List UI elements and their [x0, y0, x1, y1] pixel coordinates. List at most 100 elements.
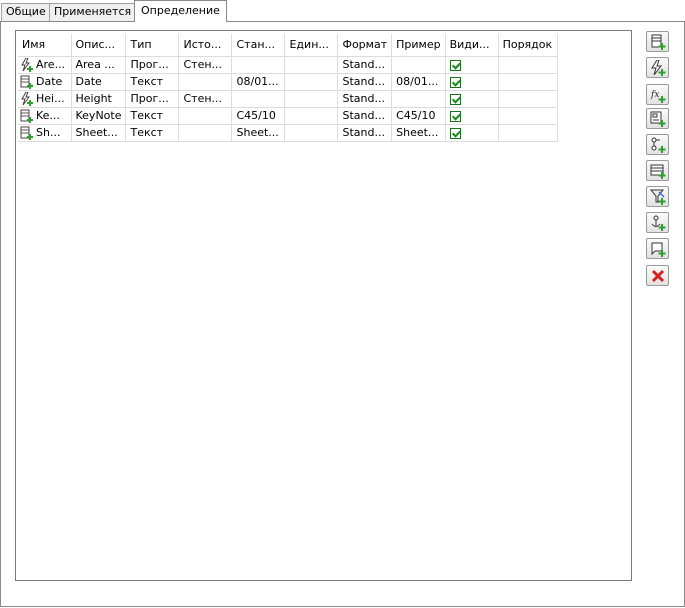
cell-type[interactable]: Прог...: [125, 56, 180, 74]
visible-checkbox[interactable]: [449, 59, 461, 71]
add-graph-property-button[interactable]: [646, 134, 669, 155]
cell-visible[interactable]: [445, 73, 499, 91]
cell-standard[interactable]: [231, 56, 286, 74]
cell-example[interactable]: 08/01...: [391, 73, 446, 91]
cell-name[interactable]: Hei...: [18, 90, 72, 108]
cell-name[interactable]: Date: [18, 73, 72, 91]
cell-order[interactable]: [498, 56, 558, 74]
cell-source[interactable]: [178, 124, 233, 142]
table-row[interactable]: Ke... KeyNote Текст C45/10 Stand... C45/…: [18, 107, 558, 125]
cell-format[interactable]: Stand...: [337, 107, 393, 125]
cell-source[interactable]: [178, 107, 233, 125]
cell-type[interactable]: Текст: [125, 107, 180, 125]
cell-format[interactable]: Stand...: [337, 56, 393, 74]
cell-example[interactable]: [391, 56, 446, 74]
cell-visible[interactable]: [445, 124, 499, 142]
cell-source[interactable]: [178, 73, 233, 91]
cell-description[interactable]: Date: [71, 73, 127, 91]
lightning-add-icon: [21, 91, 33, 106]
add-block-property-button[interactable]: [646, 108, 669, 129]
cell-description[interactable]: Sheet...: [71, 124, 127, 142]
add-shape-property-icon: [651, 242, 665, 257]
add-formula-icon: fx: [650, 90, 665, 103]
column-header-format[interactable]: Формат: [337, 34, 393, 57]
cell-example[interactable]: C45/10: [391, 107, 446, 125]
cell-name[interactable]: Ke...: [18, 107, 72, 125]
add-automatic-property-icon: [650, 59, 665, 76]
table-row[interactable]: Hei... Height Прог... Стен... Stand...: [18, 90, 558, 108]
column-header-example[interactable]: Пример: [391, 34, 446, 57]
visible-checkbox[interactable]: [449, 93, 461, 105]
property-table: Имя Опис... Тип Исто... Стан... Един... …: [18, 34, 558, 142]
column-header-name[interactable]: Имя: [18, 34, 72, 57]
cell-type[interactable]: Текст: [125, 73, 180, 91]
add-anchor-property-button[interactable]: [646, 212, 669, 233]
cell-name-text: Hei...: [36, 91, 65, 105]
cell-unit[interactable]: [284, 107, 339, 125]
tab-bar: Общие Применяется к Определение: [0, 0, 685, 22]
lightning-add-icon: [21, 57, 33, 72]
cell-example[interactable]: [391, 90, 446, 108]
delete-property-button[interactable]: [646, 265, 669, 286]
column-header-standard[interactable]: Стан...: [231, 34, 286, 57]
cell-format[interactable]: Stand...: [337, 73, 393, 91]
add-filter-property-icon: [649, 189, 665, 205]
add-filter-property-button[interactable]: [646, 186, 669, 207]
cell-name[interactable]: Are...: [18, 56, 72, 74]
cell-visible[interactable]: [445, 107, 499, 125]
add-anchor-property-icon: [651, 215, 665, 231]
add-shape-property-button[interactable]: [646, 238, 669, 259]
cell-type[interactable]: Текст: [125, 124, 180, 142]
column-header-unit[interactable]: Един...: [284, 34, 339, 57]
cell-standard[interactable]: Sheet...: [231, 124, 286, 142]
cell-source[interactable]: Стен...: [178, 56, 233, 74]
visible-checkbox[interactable]: [449, 76, 461, 88]
tab-applies-to[interactable]: Применяется к: [49, 3, 147, 21]
add-property-button[interactable]: [646, 31, 669, 52]
cell-type[interactable]: Прог...: [125, 90, 180, 108]
cell-format[interactable]: Stand...: [337, 124, 393, 142]
column-header-source[interactable]: Исто...: [178, 34, 233, 57]
column-header-description[interactable]: Опис...: [71, 34, 127, 57]
visible-checkbox[interactable]: [449, 127, 461, 139]
cell-order[interactable]: [498, 73, 558, 91]
add-formula-button[interactable]: fx: [646, 84, 669, 105]
column-header-type[interactable]: Тип: [125, 34, 180, 57]
table-row[interactable]: Are... Area ... Прог... Стен... Stand...: [18, 56, 558, 74]
cell-unit[interactable]: [284, 90, 339, 108]
cell-order[interactable]: [498, 107, 558, 125]
column-header-order[interactable]: Порядок: [498, 34, 558, 57]
cell-description[interactable]: Area ...: [71, 56, 127, 74]
table-row[interactable]: Date Date Текст 08/01... Stand... 08/01.…: [18, 73, 558, 91]
table-row[interactable]: Sh... Sheet... Текст Sheet... Stand... S…: [18, 124, 558, 142]
tab-general[interactable]: Общие: [1, 3, 51, 21]
property-grid[interactable]: Имя Опис... Тип Исто... Стан... Един... …: [15, 30, 632, 581]
cell-standard[interactable]: C45/10: [231, 107, 286, 125]
cell-description[interactable]: KeyNote: [71, 107, 127, 125]
add-graph-property-icon: [651, 137, 665, 153]
cell-order[interactable]: [498, 90, 558, 108]
cell-standard[interactable]: [231, 90, 286, 108]
cell-standard[interactable]: 08/01...: [231, 73, 286, 91]
property-add-icon: [20, 75, 33, 89]
cell-unit[interactable]: [284, 56, 339, 74]
cell-source[interactable]: Стен...: [178, 90, 233, 108]
cell-unit[interactable]: [284, 124, 339, 142]
visible-checkbox[interactable]: [449, 110, 461, 122]
column-header-visible[interactable]: Види...: [445, 34, 499, 57]
cell-visible[interactable]: [445, 90, 499, 108]
cell-unit[interactable]: [284, 73, 339, 91]
cell-format[interactable]: Stand...: [337, 90, 393, 108]
add-property-icon: [651, 34, 665, 50]
add-table-property-button[interactable]: [646, 160, 669, 181]
cell-visible[interactable]: [445, 56, 499, 74]
cell-order[interactable]: [498, 124, 558, 142]
add-automatic-property-button[interactable]: [646, 57, 669, 78]
cell-example[interactable]: Sheet...: [391, 124, 446, 142]
cell-name[interactable]: Sh...: [18, 124, 72, 142]
cell-description[interactable]: Height: [71, 90, 127, 108]
cell-name-text: Date: [36, 74, 63, 88]
cell-name-text: Ke...: [36, 108, 60, 122]
tab-definition[interactable]: Определение: [134, 0, 227, 22]
add-table-property-icon: [650, 164, 665, 179]
